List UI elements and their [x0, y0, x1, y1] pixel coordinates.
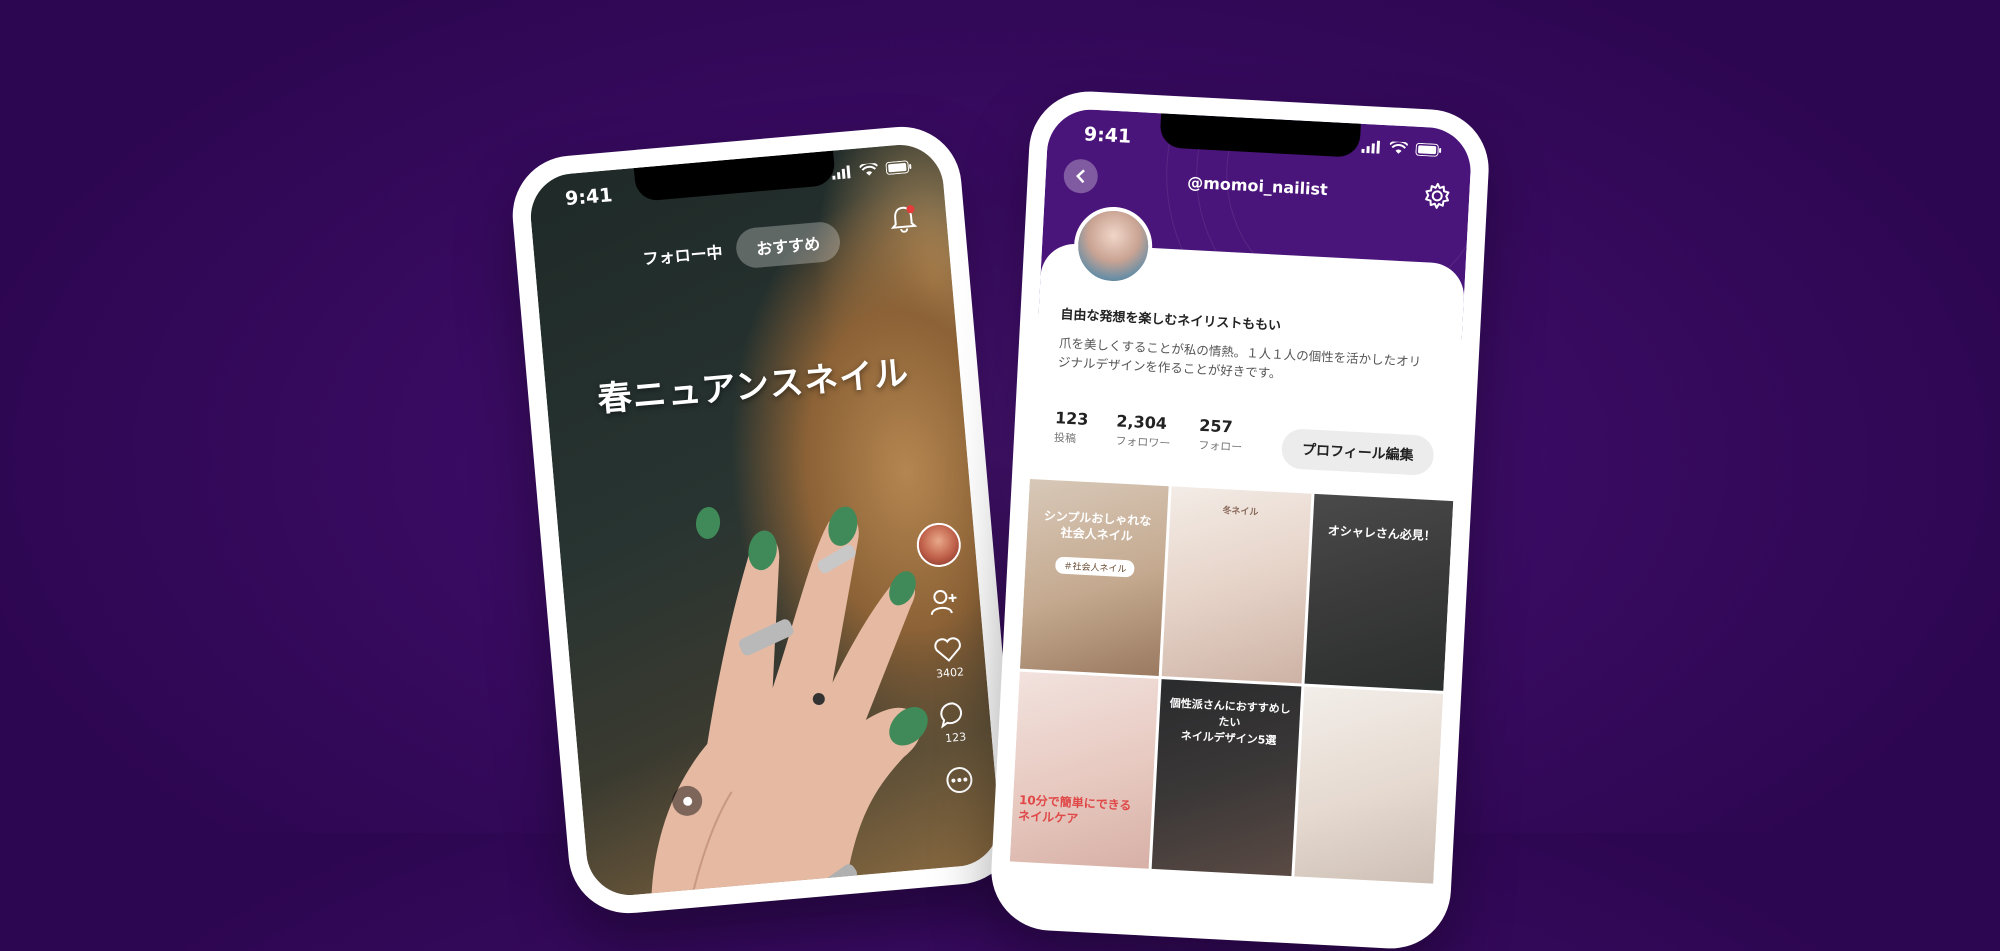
stat-posts[interactable]: 123 投稿: [1054, 408, 1089, 447]
tab-following[interactable]: フォロー中: [642, 239, 724, 270]
profile-phone: 9:41 @momoi_nailist 自由な発想を楽しむネイリストももい 爪を…: [988, 88, 1492, 951]
post-tile[interactable]: シンプルおしゃれな 社会人ネイル ＃社会人ネイル: [1019, 478, 1169, 676]
stat-following[interactable]: 257 フォロー: [1198, 416, 1244, 455]
status-time: 9:41: [564, 184, 614, 211]
like-button[interactable]: 3402: [933, 635, 965, 681]
add-user-icon: [930, 590, 957, 616]
post-tile[interactable]: [1294, 686, 1444, 884]
stat-value: 2,304: [1115, 411, 1168, 434]
hand-image: [651, 506, 928, 899]
post-tile[interactable]: 冬ネイル: [1162, 486, 1312, 684]
comment-button[interactable]: 123: [939, 700, 971, 745]
signal-icon: [1361, 140, 1381, 154]
stat-label: フォロワー: [1115, 434, 1171, 451]
post-caption: 個性派さんにおすすめしたい ネイルデザイン5選: [1169, 696, 1291, 748]
stat-followers[interactable]: 2,304 フォロワー: [1115, 411, 1172, 451]
signal-icon: [832, 165, 851, 180]
edit-profile-button[interactable]: プロフィール編集: [1281, 428, 1435, 477]
follow-button[interactable]: [929, 588, 959, 616]
feed-tabs: フォロー中 おすすめ: [533, 211, 949, 287]
comment-icon: [940, 702, 962, 729]
post-title: 春ニュアンスネイル: [596, 352, 911, 421]
battery-icon: [1415, 142, 1442, 157]
bell-icon: [890, 205, 918, 233]
stat-label: 投稿: [1053, 431, 1077, 446]
feed-screen: 9:41 フォロー中 おすすめ 春ニュアンスネイル 3402 123: [527, 141, 1003, 899]
wifi-icon: [1389, 141, 1408, 154]
post-tag: ＃社会人ネイル: [1055, 556, 1135, 578]
post-caption: シンプルおしゃれな 社会人ネイル: [1043, 508, 1152, 544]
heart-icon: [934, 637, 961, 662]
comment-count: 123: [944, 730, 967, 746]
status-icons: [831, 160, 912, 180]
status-time: 9:41: [1083, 123, 1132, 148]
feed-phone: 9:41 フォロー中 おすすめ 春ニュアンスネイル 3402 123: [507, 121, 1023, 919]
wifi-icon: [859, 162, 879, 176]
post-caption: 冬ネイル: [1222, 506, 1259, 518]
creator-avatar[interactable]: [915, 521, 963, 569]
like-count: 3402: [935, 665, 965, 681]
post-tile[interactable]: 10分で簡単にできる ネイルケア: [1009, 671, 1159, 869]
stat-value: 123: [1054, 408, 1089, 429]
stat-label: フォロー: [1197, 438, 1243, 455]
post-caption: オシャレさん必見！: [1327, 523, 1437, 544]
post-tile[interactable]: 個性派さんにおすすめしたい ネイルデザイン5選: [1151, 679, 1302, 877]
more-icon: [946, 767, 973, 794]
more-button[interactable]: [944, 765, 974, 795]
post-caption: [1309, 703, 1436, 710]
notification-button[interactable]: [889, 204, 918, 238]
post-grid: シンプルおしゃれな 社会人ネイル ＃社会人ネイル 冬ネイル オシャレさん必見！ …: [1009, 478, 1454, 884]
gear-icon: [1425, 182, 1450, 209]
post-tile[interactable]: オシャレさん必見！: [1304, 493, 1454, 691]
settings-button[interactable]: [1422, 181, 1452, 214]
post-caption: 10分で簡単にできる ネイルケア: [1017, 792, 1132, 826]
battery-icon: [885, 160, 912, 175]
tab-recommended[interactable]: おすすめ: [734, 220, 842, 270]
profile-screen: 9:41 @momoi_nailist 自由な発想を楽しむネイリストももい 爪を…: [1007, 107, 1473, 933]
notch: [633, 150, 837, 202]
stat-value: 257: [1198, 415, 1234, 437]
